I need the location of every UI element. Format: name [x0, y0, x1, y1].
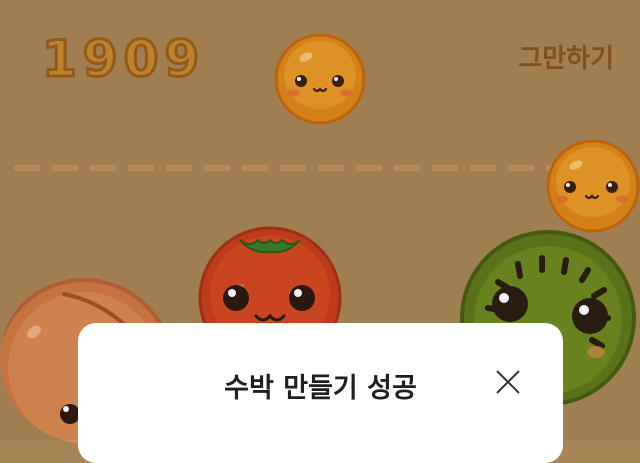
dialog-title: 수박 만들기 성공	[224, 373, 417, 404]
drop-limit-line	[14, 165, 614, 171]
game-board[interactable]: 1909 그만하기 수박 만들기 성공	[0, 0, 640, 463]
close-icon[interactable]	[493, 367, 523, 397]
next-fruit-orange	[546, 139, 640, 233]
quit-button[interactable]: 그만하기	[518, 38, 614, 75]
score-display: 1909	[40, 29, 206, 90]
current-fruit-orange[interactable]	[274, 33, 366, 125]
success-dialog: 수박 만들기 성공	[78, 323, 563, 463]
